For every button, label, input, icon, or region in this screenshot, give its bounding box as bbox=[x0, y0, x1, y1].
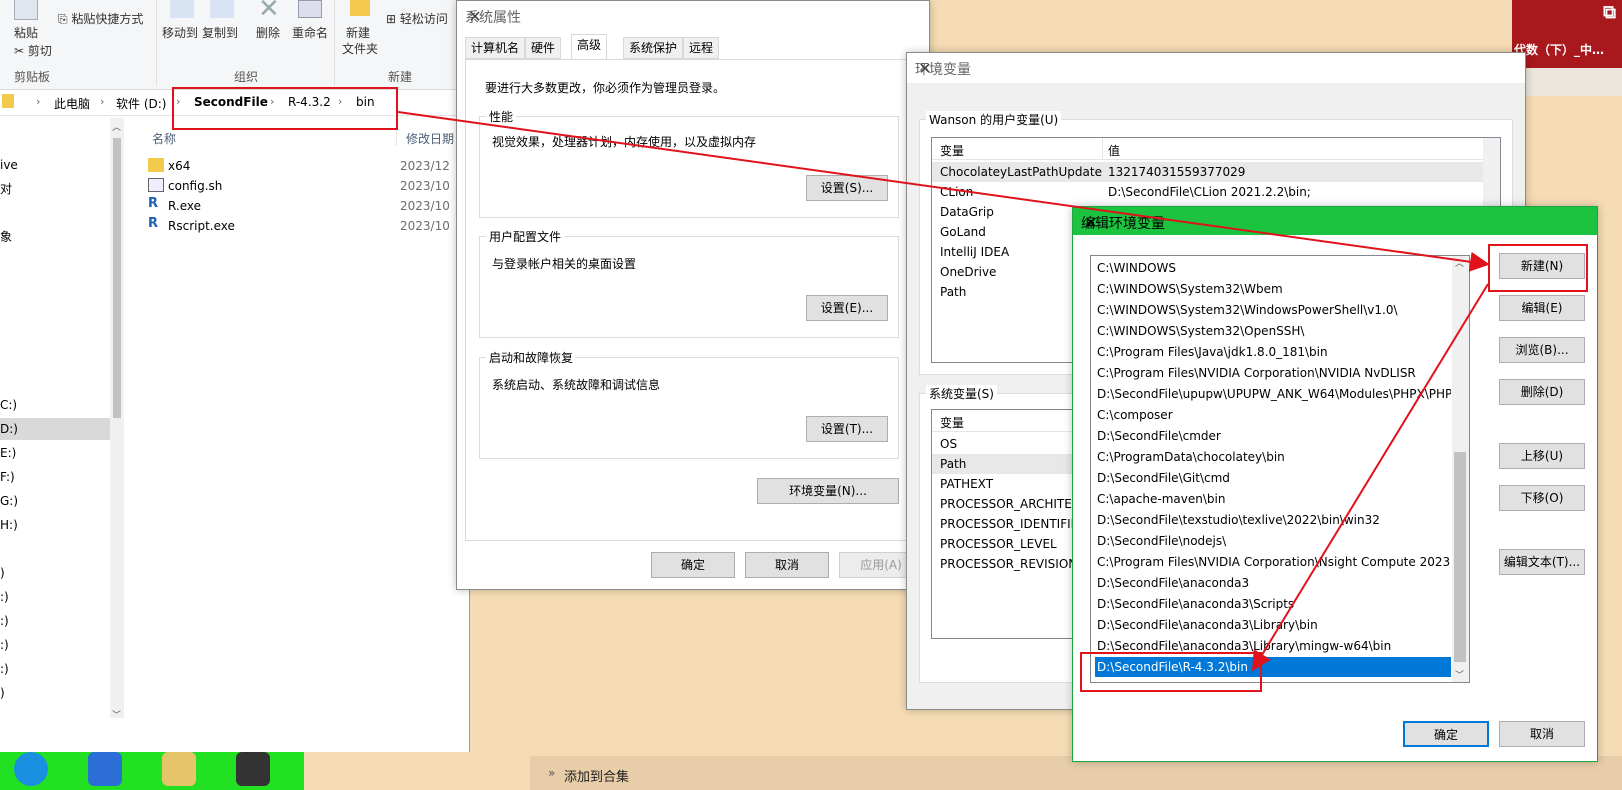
arrow-to-new-path bbox=[1251, 283, 1489, 672]
arrow-to-new-button bbox=[397, 111, 1490, 272]
annotation-arrows bbox=[397, 111, 1490, 672]
